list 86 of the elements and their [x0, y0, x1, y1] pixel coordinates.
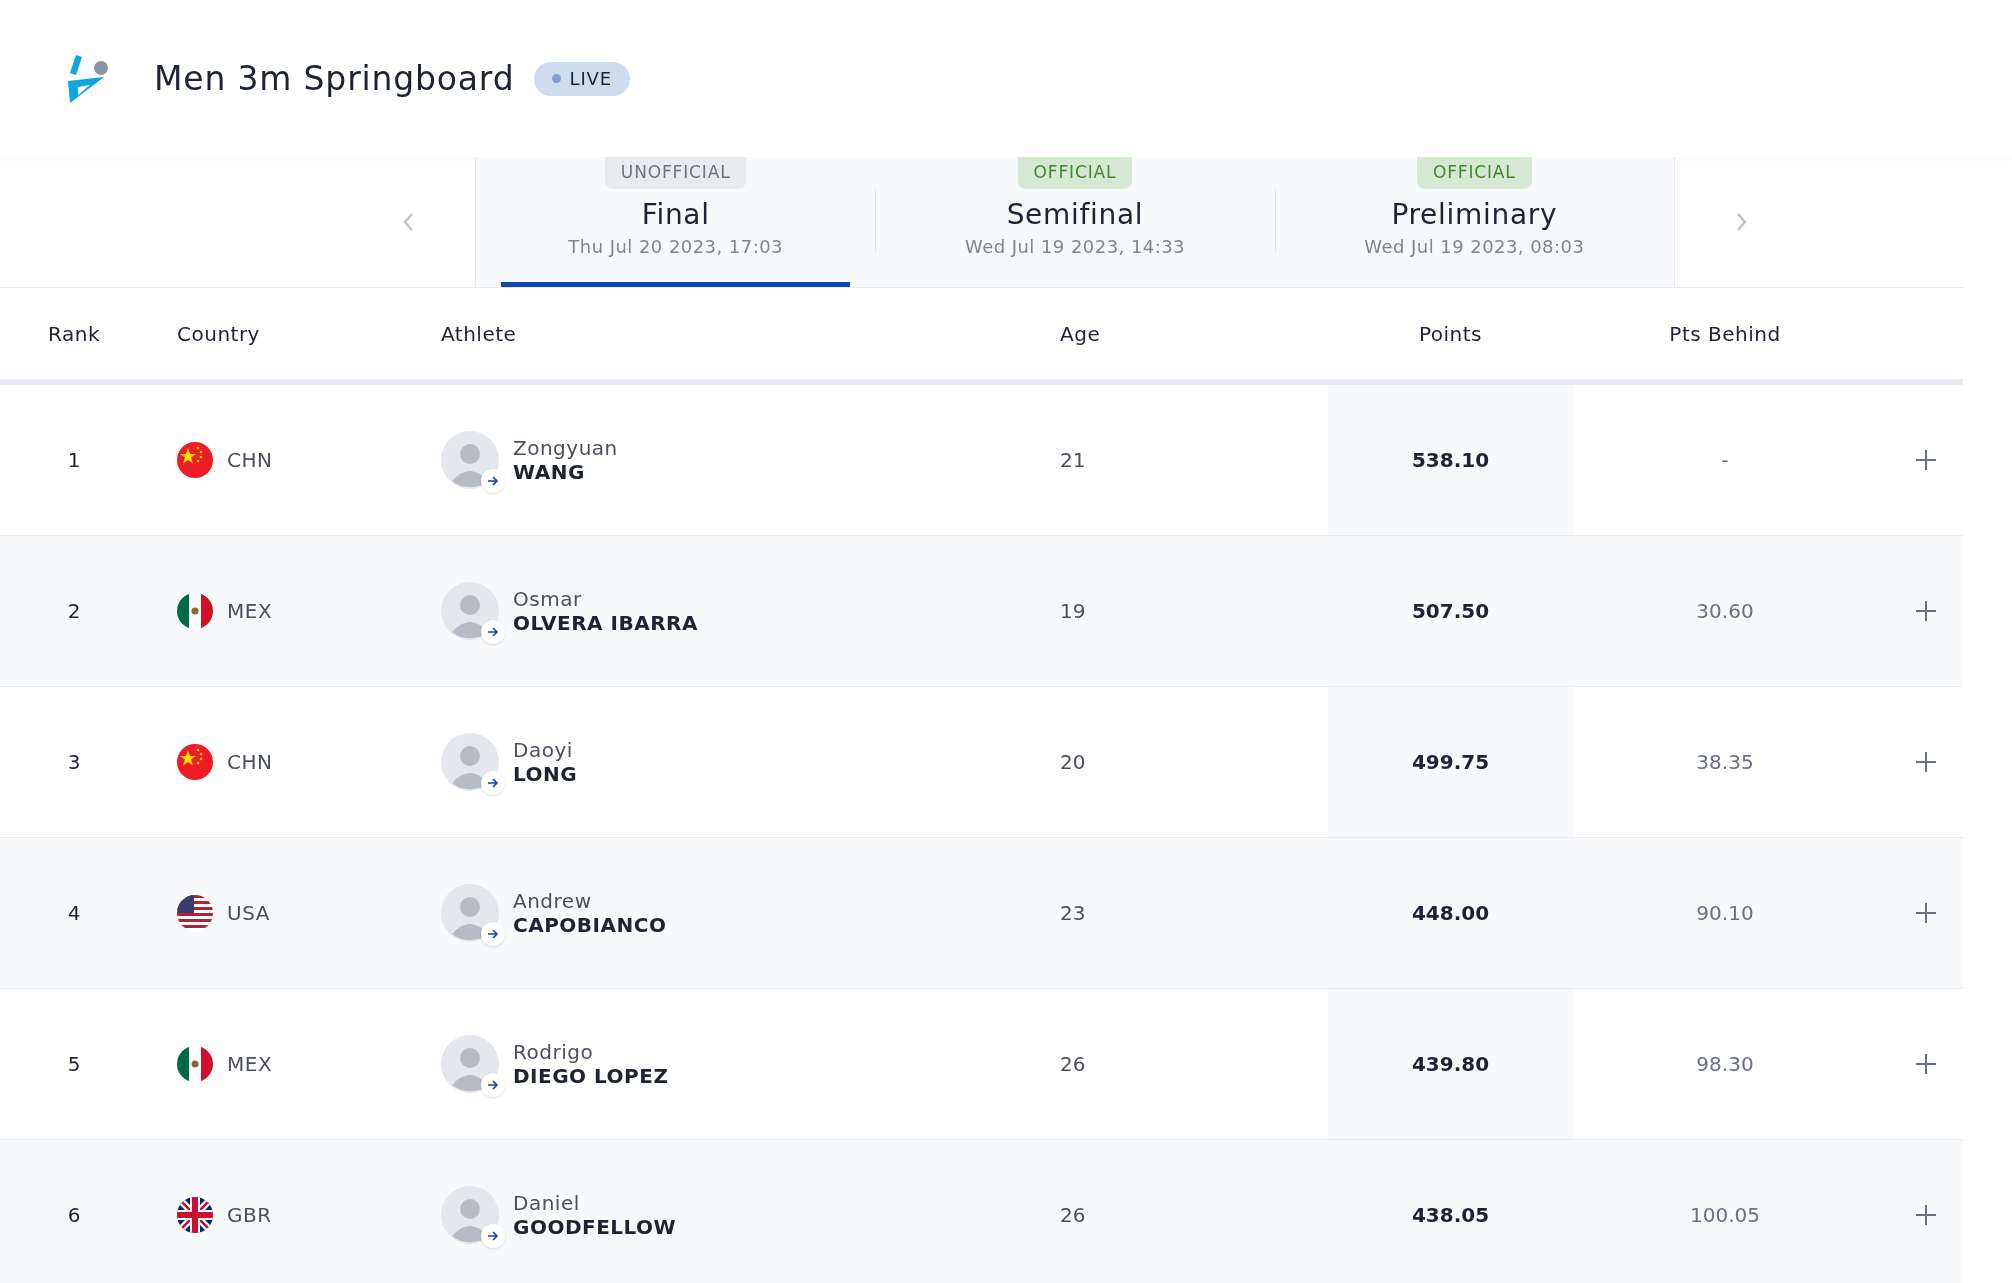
athlete-avatar — [441, 1035, 499, 1093]
points-cell-text: 538.10 — [1411, 447, 1490, 474]
age-cell-text: 20 — [1060, 749, 1086, 776]
phase-date: Wed Jul 19 2023, 08:03 — [1364, 235, 1585, 259]
phase-tab[interactable]: UNOFFICIAL Final Thu Jul 20 2023, 17:03 — [476, 157, 876, 287]
points-cell-text: 439.80 — [1411, 1051, 1490, 1078]
country-code: MEX — [227, 598, 273, 625]
points-cell-text: 438.05 — [1411, 1202, 1490, 1229]
athlete-first-name: Daniel — [513, 1191, 581, 1215]
status-badge: OFFICIAL — [1416, 157, 1532, 189]
column-header: Age — [1060, 320, 1101, 348]
athlete-last-name: GOODFELLOW — [513, 1215, 677, 1239]
athlete-first-name: Andrew — [513, 889, 593, 913]
event-title: Men 3m Springboard — [154, 57, 515, 100]
phase-name: Final — [641, 197, 710, 233]
flag-icon — [177, 442, 213, 478]
arrow-link-icon[interactable] — [481, 922, 505, 946]
points-cell-text: 448.00 — [1411, 900, 1490, 927]
age-cell-text: 19 — [1060, 598, 1086, 625]
arrow-link-icon[interactable] — [481, 1073, 505, 1097]
country-code: CHN — [227, 749, 273, 776]
age-cell-text: 26 — [1060, 1202, 1086, 1229]
expand-plus-button[interactable] — [1915, 600, 1937, 622]
country-code: CHN — [227, 447, 273, 474]
athlete-last-name: CAPOBIANCO — [513, 913, 667, 937]
expand-plus-button[interactable] — [1915, 449, 1937, 471]
column-header: Athlete — [441, 320, 517, 348]
flag-icon — [177, 1046, 213, 1082]
points-behind-cell-text: 38.35 — [1696, 749, 1754, 776]
points-cell-text: 507.50 — [1411, 598, 1490, 625]
column-header: Rank — [48, 320, 100, 348]
expand-plus-button[interactable] — [1915, 751, 1937, 773]
points-behind-cell-text: 30.60 — [1696, 598, 1754, 625]
athlete-avatar — [441, 431, 499, 489]
expand-plus-button[interactable] — [1915, 1204, 1937, 1226]
points-behind-cell-text: 90.10 — [1696, 900, 1754, 927]
points-behind-cell-text: - — [1721, 447, 1729, 474]
athlete-avatar — [441, 733, 499, 791]
flag-icon — [177, 1197, 213, 1233]
athlete-first-name: Zongyuan — [513, 436, 618, 460]
column-header: Pts Behind — [1669, 320, 1781, 348]
points-behind-cell-text: 100.05 — [1690, 1202, 1760, 1229]
athlete-first-name: Daoyi — [513, 738, 574, 762]
column-header: Country — [177, 320, 260, 348]
phase-date: Thu Jul 20 2023, 17:03 — [568, 235, 783, 259]
arrow-link-icon[interactable] — [481, 771, 505, 795]
expand-plus-button[interactable] — [1915, 902, 1937, 924]
athlete-avatar — [441, 582, 499, 640]
athlete-avatar — [441, 884, 499, 942]
age-cell-text: 23 — [1060, 900, 1086, 927]
phase-tab[interactable]: OFFICIAL Preliminary Wed Jul 19 2023, 08:03 — [1274, 157, 1674, 287]
country-code: GBR — [227, 1202, 272, 1229]
athlete-last-name: OLVERA IBARRA — [513, 611, 698, 635]
rank-cell-text: 5 — [67, 1051, 81, 1078]
arrow-link-icon[interactable] — [481, 620, 505, 644]
phase-tab[interactable]: OFFICIAL Semifinal Wed Jul 19 2023, 14:33 — [875, 157, 1275, 287]
flag-icon — [177, 744, 213, 780]
country-code: USA — [227, 900, 270, 927]
phase-date: Wed Jul 19 2023, 14:33 — [964, 235, 1185, 259]
athlete-last-name: WANG — [513, 460, 586, 484]
rank-cell-text: 1 — [67, 447, 81, 474]
athlete-first-name: Rodrigo — [513, 1040, 595, 1064]
rank-cell-text: 2 — [67, 598, 81, 625]
age-cell-text: 21 — [1060, 447, 1086, 474]
flag-icon — [177, 593, 213, 629]
expand-plus-button[interactable] — [1915, 1053, 1937, 1075]
rank-cell-text: 6 — [67, 1202, 81, 1229]
phase-name: Preliminary — [1391, 197, 1558, 233]
points-behind-cell-text: 98.30 — [1696, 1051, 1754, 1078]
athlete-last-name: LONG — [513, 762, 578, 786]
phase-name: Semifinal — [1006, 197, 1144, 233]
country-code: MEX — [227, 1051, 273, 1078]
arrow-link-icon[interactable] — [481, 469, 505, 493]
status-badge: UNOFFICIAL — [604, 157, 747, 189]
age-cell-text: 26 — [1060, 1051, 1086, 1078]
athlete-last-name: DIEGO LOPEZ — [513, 1064, 669, 1088]
column-header: Points — [1418, 320, 1483, 348]
athlete-first-name: Osmar — [513, 587, 583, 611]
flag-icon — [177, 895, 213, 931]
athlete-avatar — [441, 1186, 499, 1244]
status-badge: OFFICIAL — [1017, 157, 1133, 189]
rank-cell-text: 4 — [67, 900, 81, 927]
rank-cell-text: 3 — [67, 749, 81, 776]
arrow-link-icon[interactable] — [481, 1224, 505, 1248]
points-cell-text: 499.75 — [1411, 749, 1490, 776]
live-badge: LIVE — [534, 61, 631, 96]
